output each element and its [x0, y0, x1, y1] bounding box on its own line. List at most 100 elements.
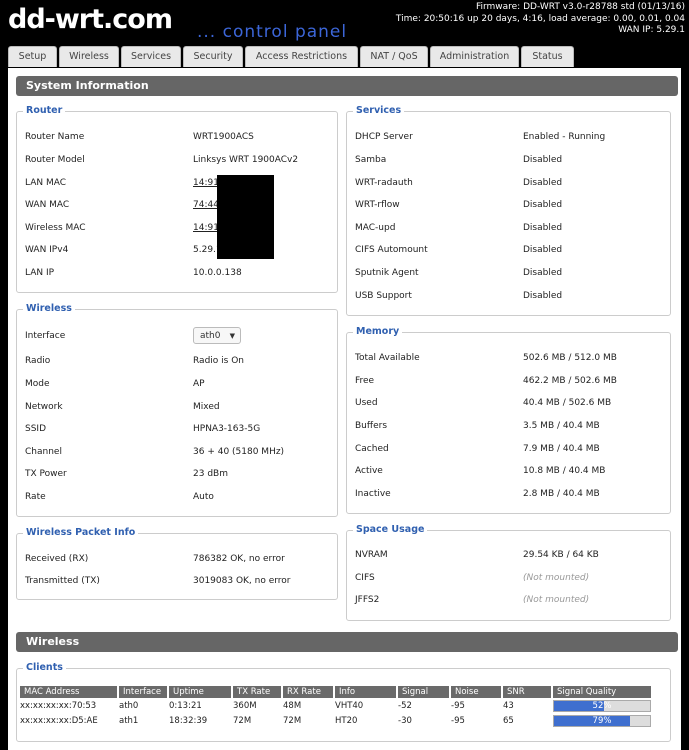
wan-ip-text: WAN IP: 5.29.1: [618, 25, 685, 35]
tab-nat-qos[interactable]: NAT / QoS: [360, 46, 428, 67]
wireless-box: Wireless Interface ath0 ▼ Radio Radio is…: [16, 303, 338, 517]
uptime-text: Time: 20:50:16 up 20 days, 4:16, load av…: [395, 13, 685, 24]
tab-setup[interactable]: Setup: [8, 46, 57, 67]
client-2-uptime: 18:32:39: [169, 716, 208, 726]
router-name-value: WRT1900ACS: [193, 132, 254, 142]
channel-label: Channel: [25, 447, 62, 457]
col-signal-quality[interactable]: Signal Quality: [553, 686, 651, 698]
mac-upd-label: MAC-upd: [355, 223, 396, 233]
radio-label: Radio: [25, 356, 51, 366]
tab-services[interactable]: Services: [121, 46, 181, 67]
total-available-label: Total Available: [355, 353, 420, 363]
cached-label: Cached: [355, 444, 389, 454]
free-value: 462.2 MB / 502.6 MB: [523, 376, 617, 386]
wan-ipv4-label: WAN IPv4: [25, 245, 69, 255]
client-1-rx-rate: 48M: [283, 701, 302, 711]
client-2-signal: -30: [398, 716, 412, 726]
radio-value: Radio is On: [193, 356, 244, 366]
tab-access-restrictions[interactable]: Access Restrictions: [245, 46, 358, 67]
col-signal[interactable]: Signal: [398, 686, 449, 698]
rate-label: Rate: [25, 492, 46, 502]
client-2-info: HT20: [335, 716, 358, 726]
free-label: Free: [355, 376, 375, 386]
buffers-label: Buffers: [355, 421, 388, 431]
col-rx-rate[interactable]: RX Rate: [283, 686, 333, 698]
active-label: Active: [355, 466, 383, 476]
tx-power-value: 23 dBm: [193, 469, 228, 479]
tab-security[interactable]: Security: [183, 46, 243, 67]
col-tx-rate[interactable]: TX Rate: [233, 686, 281, 698]
router-model-value: Linksys WRT 1900ACv2: [193, 155, 299, 165]
redaction-block: [217, 175, 274, 259]
client-1-signal-quality-text: 52%: [592, 701, 612, 711]
clients-legend: Clients: [23, 662, 66, 673]
client-1-snr: 43: [503, 701, 514, 711]
content-panel: System Information Router Router Name WR…: [8, 68, 681, 750]
packet-info-legend: Wireless Packet Info: [23, 527, 139, 538]
lan-mac-label: LAN MAC: [25, 178, 67, 188]
client-2-noise: -95: [451, 716, 465, 726]
client-1-signal-quality-bar: 52%: [553, 700, 651, 712]
packet-info-box: Wireless Packet Info Received (RX) 78638…: [16, 527, 338, 600]
cached-value: 7.9 MB / 40.4 MB: [523, 444, 600, 454]
wrt-radauth-value: Disabled: [523, 178, 563, 188]
wireless-mac-label: Wireless MAC: [25, 223, 86, 233]
tab-administration[interactable]: Administration: [430, 46, 519, 67]
client-2-rx-rate: 72M: [283, 716, 302, 726]
firmware-text: Firmware: DD-WRT v3.0-r28788 std (01/13/…: [475, 2, 685, 12]
memory-legend: Memory: [353, 326, 403, 337]
cifs-automount-label: CIFS Automount: [355, 245, 428, 255]
used-value: 40.4 MB / 502.6 MB: [523, 398, 612, 408]
space-usage-box: Space Usage NVRAM 29.54 KB / 64 KB CIFS …: [346, 524, 671, 621]
control-panel-label: ... control panel: [197, 22, 348, 42]
chevron-down-icon: ▼: [229, 332, 235, 340]
tab-wireless[interactable]: Wireless: [59, 46, 119, 67]
router-model-label: Router Model: [25, 155, 85, 165]
system-information-title: System Information: [16, 76, 678, 96]
client-1-mac: xx:xx:xx:xx:70:53: [20, 701, 97, 711]
client-1-interface: ath0: [119, 701, 139, 711]
router-name-label: Router Name: [25, 132, 85, 142]
client-1-signal: -52: [398, 701, 412, 711]
col-uptime[interactable]: Uptime: [169, 686, 231, 698]
wrt-rflow-value: Disabled: [523, 200, 563, 210]
interface-select[interactable]: ath0 ▼: [193, 327, 241, 344]
cifs-value: (Not mounted): [523, 573, 590, 583]
col-interface[interactable]: Interface: [119, 686, 167, 698]
client-1-noise: -95: [451, 701, 465, 711]
received-label: Received (RX): [25, 554, 89, 564]
mode-value: AP: [193, 379, 205, 389]
wan-mac-label: WAN MAC: [25, 200, 70, 210]
tab-status[interactable]: Status: [521, 46, 574, 67]
col-noise[interactable]: Noise: [451, 686, 501, 698]
dhcp-server-label: DHCP Server: [355, 132, 413, 142]
ssid-label: SSID: [25, 424, 47, 434]
col-mac-address[interactable]: MAC Address: [20, 686, 117, 698]
lan-ip-label: LAN IP: [25, 268, 55, 278]
nvram-value: 29.54 KB / 64 KB: [523, 550, 599, 560]
samba-value: Disabled: [523, 155, 563, 165]
transmitted-value: 3019083 OK, no error: [193, 576, 291, 586]
wrt-rflow-label: WRT-rflow: [355, 200, 400, 210]
client-2-snr: 65: [503, 716, 514, 726]
sputnik-agent-label: Sputnik Agent: [355, 268, 419, 278]
dhcp-server-value: Enabled - Running: [523, 132, 606, 142]
space-usage-legend: Space Usage: [353, 524, 428, 535]
usb-support-label: USB Support: [355, 291, 412, 301]
col-info[interactable]: Info: [335, 686, 396, 698]
tx-power-label: TX Power: [25, 469, 67, 479]
clients-box: Clients MAC Address Interface Uptime TX …: [16, 662, 671, 742]
cifs-label: CIFS: [355, 573, 375, 583]
client-1-tx-rate: 360M: [233, 701, 257, 711]
network-label: Network: [25, 402, 63, 412]
mode-label: Mode: [25, 379, 50, 389]
ddwrt-logo: dd-wrt.com: [8, 4, 173, 35]
cifs-automount-value: Disabled: [523, 245, 563, 255]
col-snr[interactable]: SNR: [503, 686, 551, 698]
wireless-section-title: Wireless: [16, 632, 678, 652]
client-2-interface: ath1: [119, 716, 139, 726]
received-value: 786382 OK, no error: [193, 554, 285, 564]
inactive-label: Inactive: [355, 489, 391, 499]
firmware-info: Firmware: DD-WRT v3.0-r28788 std (01/13/…: [396, 2, 685, 37]
active-value: 10.8 MB / 40.4 MB: [523, 466, 606, 476]
